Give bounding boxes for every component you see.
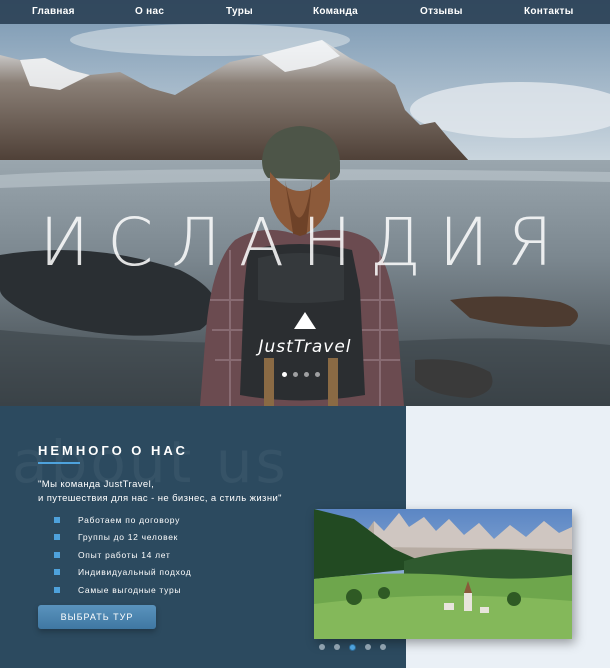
square-bullet-icon bbox=[54, 517, 60, 523]
feature-label: Самые выгодные туры bbox=[78, 584, 182, 595]
feature-item: Группы до 12 человек bbox=[54, 531, 191, 548]
square-bullet-icon bbox=[54, 586, 60, 593]
hero-slider-dots bbox=[282, 372, 320, 377]
hero-slider-dot[interactable] bbox=[282, 372, 287, 377]
photo-slider-dots bbox=[319, 644, 386, 651]
feature-label: Группы до 12 человек bbox=[78, 532, 179, 543]
hero-slider-dot[interactable] bbox=[293, 372, 298, 377]
photo-slider-dot[interactable] bbox=[334, 644, 340, 650]
nav-item-contacts[interactable]: Контакты bbox=[524, 6, 574, 17]
photo-slider-dot[interactable] bbox=[380, 644, 386, 650]
about-quote-line: и путешествия для нас - не бизнес, а сти… bbox=[38, 493, 282, 504]
nav-item-tours[interactable]: Туры bbox=[226, 6, 253, 17]
photo-slider-dot[interactable] bbox=[349, 644, 356, 651]
brand-logo-text: JustTravel bbox=[258, 337, 352, 357]
hero-title: ИСЛАНДИЯ bbox=[39, 204, 571, 281]
about-title-underline bbox=[38, 462, 80, 464]
feature-item: Индивидуальный подход bbox=[54, 566, 191, 583]
feature-label: Работаем по договору bbox=[78, 515, 181, 525]
nav-item-home[interactable]: Главная bbox=[32, 6, 75, 17]
feature-item: Опыт работы 14 лет bbox=[54, 549, 191, 566]
alpine-village-image bbox=[314, 509, 572, 639]
nav-item-team[interactable]: Команда bbox=[313, 6, 358, 17]
photo-slider-dot[interactable] bbox=[365, 644, 371, 650]
top-navigation: Главная О нас Туры Команда Отзывы Контак… bbox=[0, 0, 610, 24]
hero-slider-dot[interactable] bbox=[315, 372, 320, 377]
about-photo bbox=[314, 509, 572, 639]
choose-tour-button[interactable]: ВЫБРАТЬ ТУР bbox=[38, 605, 156, 629]
feature-item: Работаем по договору bbox=[54, 514, 191, 531]
mountain-logo-icon bbox=[294, 312, 316, 329]
hero-slider-dot[interactable] bbox=[304, 372, 309, 377]
photo-slider-dot[interactable] bbox=[319, 644, 325, 650]
feature-label: Индивидуальный подход bbox=[78, 567, 192, 578]
feature-item: Самые выгодные туры bbox=[54, 584, 191, 601]
square-bullet-icon bbox=[54, 569, 60, 576]
nav-item-reviews[interactable]: Отзывы bbox=[420, 6, 463, 17]
about-title: НЕМНОГО О НАС bbox=[38, 443, 188, 458]
brand-logo[interactable]: JustTravel bbox=[246, 312, 364, 364]
square-bullet-icon bbox=[54, 534, 60, 541]
feature-label: Опыт работы 14 лет bbox=[78, 549, 171, 560]
about-quote-line: "Мы команда JustTravel, bbox=[38, 479, 155, 490]
hero-section: Главная О нас Туры Команда Отзывы Контак… bbox=[0, 0, 610, 406]
about-quote: "Мы команда JustTravel, и путешествия дл… bbox=[38, 478, 338, 506]
nav-item-about[interactable]: О нас bbox=[135, 6, 164, 17]
features-list: Работаем по договору Группы до 12 челове… bbox=[54, 514, 191, 601]
square-bullet-icon bbox=[54, 551, 60, 558]
